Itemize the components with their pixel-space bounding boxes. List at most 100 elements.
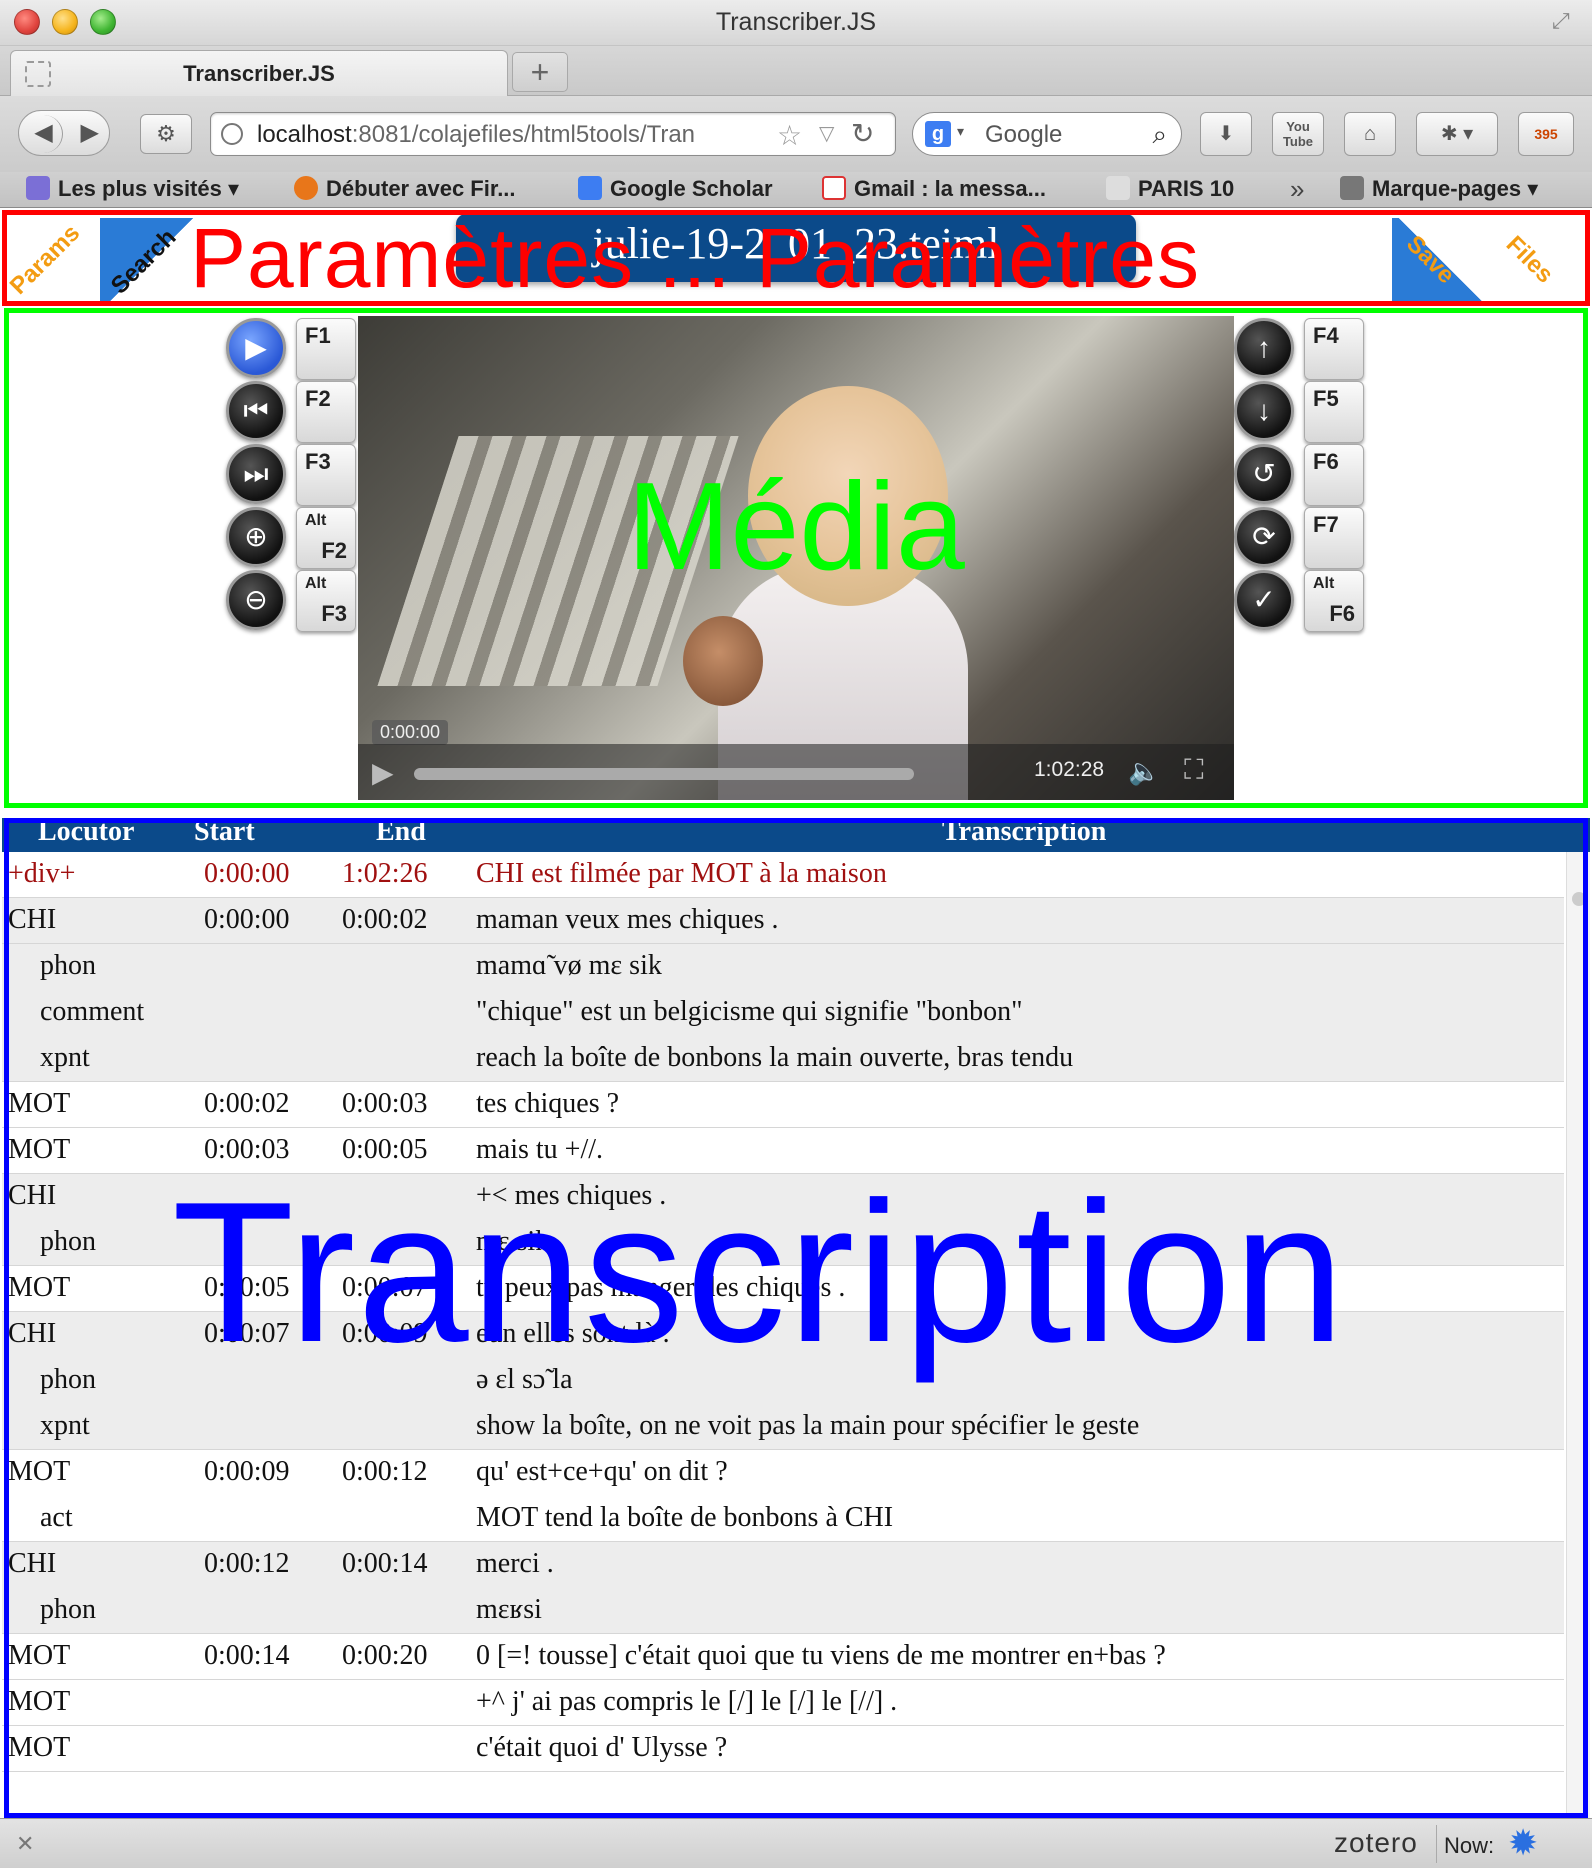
row-transcription-text[interactable]: "chique" est un belgicisme qui signifie … [476, 996, 1023, 1028]
new-tab-button[interactable]: + [512, 52, 568, 92]
row-locutor: CHI [8, 1318, 57, 1349]
transcription-row[interactable]: MOT 0:00:02 0:00:03 tes chiques ? [2, 1082, 1564, 1128]
media-panel: ▶ F1 ⏮ F2 ⏭ F3 ⊕ Alt F2 ⊖ Alt F3 ↑ F4 ↓ F5 ↺ F6 ⟳ F7 ✓ Alt F6… [2, 306, 1590, 810]
transcription-row[interactable]: phon mɛʁsi [2, 1588, 1564, 1634]
transcription-row[interactable]: CHI 0:00:12 0:00:14 merci . [2, 1542, 1564, 1588]
params-corner-button[interactable]: Params [4, 218, 104, 304]
video-play-icon[interactable]: ▶ [372, 756, 394, 789]
row-transcription-text[interactable]: tes chiques ? [476, 1088, 619, 1120]
addon-menu-button[interactable]: ✱ ▾ [1416, 112, 1498, 156]
row-transcription-text[interactable]: CHI est filmée par MOT à la maison [476, 858, 887, 890]
bookmark-label: PARIS 10 [1138, 176, 1235, 201]
scholar-icon [578, 176, 602, 200]
bookmark-star-icon[interactable]: ☆ [777, 119, 802, 152]
counter-badge-button[interactable]: 395 [1518, 112, 1574, 156]
row-start-time: 0:00:12 [204, 1548, 290, 1579]
volume-icon[interactable]: 🔈 [1128, 756, 1160, 787]
row-locutor: CHI [8, 904, 57, 935]
forward-arrow-icon[interactable]: ▶ [81, 115, 99, 151]
transcription-row[interactable]: comment "chique" est un belgicisme qui si… [2, 990, 1564, 1036]
url-text[interactable]: localhost:8081/colajefiles/html5tools/Tr… [257, 121, 787, 149]
bookmark-label: Gmail : la messa... [854, 176, 1046, 201]
header-locutor: Locutor [38, 818, 135, 847]
fullscreen-video-icon[interactable]: ⛶ [1184, 754, 1204, 787]
extension-button[interactable]: ⚙ [140, 114, 192, 154]
folder-icon [26, 176, 50, 200]
row-transcription-text[interactable]: 0 [=! tousse] c'était quoi que tu viens … [476, 1640, 1166, 1672]
arrow-up-icon[interactable]: ↑ [1234, 318, 1294, 378]
files-label: Files [1500, 230, 1559, 289]
row-transcription-text[interactable]: mamɑ̃ vø mɛ sik [476, 950, 662, 982]
header-start: Start [194, 818, 255, 847]
row-transcription-text[interactable]: c'était quoi d' Ulysse ? [476, 1732, 727, 1764]
transcription-row[interactable]: MOT 0:00:09 0:00:12 qu' est+ce+qu' on dit ? [2, 1450, 1564, 1496]
star-folder-icon [1340, 176, 1364, 200]
transcription-row[interactable]: MOT +^ j' ai pas compris le [/] le [/] le… [2, 1680, 1564, 1726]
youtube-button[interactable]: You Tube [1272, 112, 1324, 156]
save-corner-button[interactable]: Save [1392, 218, 1492, 304]
url-bar[interactable]: localhost:8081/colajefiles/html5tools/Tr… [210, 112, 896, 156]
zotero-button[interactable]: zotero [1334, 1827, 1418, 1859]
transcription-row[interactable]: xpnt show la boîte, on ne voit pas la mai… [2, 1404, 1564, 1450]
tab-transcriber[interactable]: Transcriber.JS [10, 50, 508, 96]
video-doll [683, 616, 763, 706]
files-corner-button[interactable]: Files [1488, 218, 1588, 304]
video-controls: ▶ 1:02:28 🔈 ⛶ [358, 744, 1234, 800]
arrow-down-icon[interactable]: ↓ [1234, 381, 1294, 441]
row-transcription-text[interactable]: merci . [476, 1548, 554, 1580]
parameters-panel: Params Search Save Files julie-19-2_01_2… [0, 208, 1592, 306]
row-locutor: xpnt [40, 1410, 90, 1441]
row-locutor: phon [40, 1226, 96, 1257]
search-corner-button[interactable]: Search [100, 218, 200, 304]
row-locutor: phon [40, 950, 96, 981]
download-button[interactable]: ⬇ [1200, 112, 1252, 156]
back-arrow-icon[interactable]: ◀ [25, 115, 63, 153]
bookmark-label: Les plus visités ▾ [58, 176, 240, 201]
table-header: Locutor Start End Transcription [2, 818, 1590, 852]
home-button[interactable]: ⌂ [1344, 112, 1396, 156]
gmail-icon [822, 176, 846, 200]
row-start-time: 0:00:14 [204, 1640, 290, 1671]
seek-bar[interactable] [414, 768, 914, 780]
bookmark-gmail[interactable]: Gmail : la messa... [822, 176, 1046, 204]
rewind-icon[interactable]: ⏮ [226, 381, 286, 441]
transcription-row[interactable]: act MOT tend la boîte de bonbons à CHI [2, 1496, 1564, 1542]
transcription-row[interactable]: CHI 0:00:00 0:00:02 maman veux mes chiques … [2, 898, 1564, 944]
row-transcription-text[interactable]: reach la boîte de bonbons la main ouvert… [476, 1042, 1073, 1074]
transcription-row[interactable]: MOT 0:00:14 0:00:20 0 [=! tousse] c'était q… [2, 1634, 1564, 1680]
row-transcription-text[interactable]: show la boîte, on ne voit pas la main po… [476, 1410, 1139, 1442]
scrollbar[interactable] [1566, 852, 1590, 1818]
status-bar: ✕ zotero Now: ✹ [0, 1818, 1592, 1868]
row-transcription-text[interactable]: qu' est+ce+qu' on dit ? [476, 1456, 728, 1488]
close-statusbar-icon[interactable]: ✕ [16, 1831, 34, 1857]
fullscreen-icon[interactable]: ⤢ [1552, 8, 1578, 34]
search-bar[interactable]: g ▾ Google ⌕ [912, 112, 1182, 156]
transcription-row[interactable]: +div+ 0:00:00 1:02:26 CHI est filmée par MO… [2, 852, 1564, 898]
more-bookmarks-icon[interactable]: » [1290, 174, 1304, 205]
row-transcription-text[interactable]: +^ j' ai pas compris le [/] le [/] le [/… [476, 1686, 897, 1718]
row-transcription-text[interactable]: mɛʁsi [476, 1594, 542, 1626]
sync-gear-icon[interactable]: ✹ [1508, 1825, 1538, 1861]
transcription-row[interactable]: phon mamɑ̃ vø mɛ sik [2, 944, 1564, 990]
row-transcription-text[interactable]: MOT tend la boîte de bonbons à CHI [476, 1502, 893, 1534]
transcription-row[interactable]: xpnt reach la boîte de bonbons la main ou… [2, 1036, 1564, 1082]
search-icon[interactable]: ⌕ [1152, 119, 1167, 151]
history-dropdown-icon[interactable]: ▽ [819, 121, 834, 146]
bookmark-google-scholar[interactable]: Google Scholar [578, 176, 773, 204]
key-label: F4 [1313, 323, 1339, 348]
current-time: 0:00:00 [372, 720, 449, 745]
bookmark-firefox[interactable]: Débuter avec Fir... [294, 176, 516, 204]
row-transcription-text[interactable]: maman veux mes chiques . [476, 904, 778, 936]
transcription-row[interactable]: MOT c'était quoi d' Ulysse ? [2, 1726, 1564, 1772]
reload-icon[interactable]: ↻ [851, 117, 874, 150]
engine-dropdown-icon[interactable]: ▾ [957, 123, 964, 140]
row-locutor: CHI [8, 1548, 57, 1579]
bookmark-paris10[interactable]: PARIS 10 [1106, 176, 1234, 204]
bookmark-most-visited[interactable]: Les plus visités ▾ [26, 176, 239, 204]
bookmarks-menu[interactable]: Marque-pages ▾ [1340, 176, 1538, 204]
media-overlay-label: Média [627, 458, 965, 596]
play-icon[interactable]: ▶ [226, 318, 286, 378]
key-label: F6 [1329, 601, 1355, 626]
scrollbar-thumb[interactable] [1572, 892, 1586, 906]
google-icon[interactable]: g [925, 121, 951, 147]
